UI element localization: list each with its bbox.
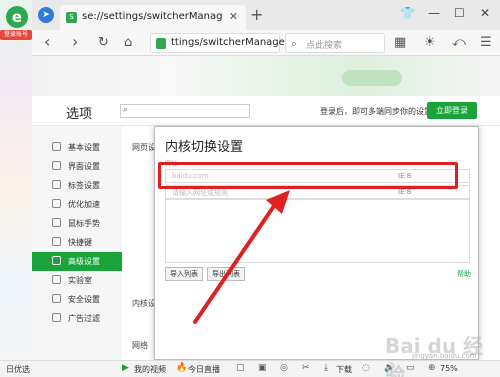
minimize-button[interactable]: — xyxy=(428,6,440,20)
banner-shape xyxy=(342,70,402,86)
sidebar-item-shortcuts[interactable]: 快捷键 xyxy=(32,233,122,252)
shield-icon xyxy=(52,294,61,303)
options-search-input[interactable]: ⌕ xyxy=(120,104,250,118)
sidebar-item-security[interactable]: 安全设置 xyxy=(32,290,122,309)
my-video-link[interactable]: 我的视频 xyxy=(134,364,166,375)
sidebar-item-label: 基本设置 xyxy=(68,143,100,152)
sidebar-item-label: 广告过滤 xyxy=(68,314,100,323)
live-link[interactable]: 今日直播 xyxy=(188,364,220,375)
new-tab-button[interactable]: + xyxy=(250,5,263,24)
watermark-url: jingyan.baidu.com xyxy=(412,352,477,360)
import-list-button[interactable]: 导入列表 xyxy=(165,267,203,281)
clean-icon[interactable]: ◌ xyxy=(362,363,370,373)
tab-title: se://settings/switcherManage xyxy=(82,11,222,22)
search-icon: ⌕ xyxy=(291,37,298,50)
sidebar-item-label: 实验室 xyxy=(68,276,92,285)
sidebar-item-label: 标签设置 xyxy=(68,181,100,190)
sidebar-item-label: 快捷键 xyxy=(68,238,92,247)
basic-settings-icon xyxy=(52,142,61,151)
login-hint-text: 登录后，即可多端同步你的设置 xyxy=(320,107,432,116)
rule-list[interactable] xyxy=(165,199,470,263)
sidebar-item-label: 优化加速 xyxy=(68,200,100,209)
sidebar-item-label: 安全设置 xyxy=(68,295,100,304)
menu-icon[interactable]: ☰ xyxy=(480,35,492,50)
settings-sidebar: 基本设置 界面设置 标签设置 优化加速 鼠标手势 快捷键 高级设置 实验室 安全… xyxy=(32,126,122,360)
page-title: 选项 xyxy=(66,107,93,122)
fire-icon: 🔥 xyxy=(176,363,188,373)
brightness-icon[interactable]: ☀ xyxy=(424,35,436,50)
new-rule-placeholder: 请输入网址或规则 xyxy=(172,189,228,197)
browser-logo-icon[interactable]: e xyxy=(6,6,28,28)
help-link[interactable]: 帮助 xyxy=(457,269,471,279)
dialog-title: 内核切换设置 xyxy=(165,140,244,155)
keyboard-icon xyxy=(52,237,61,246)
search-icon: ⌕ xyxy=(123,105,129,115)
sidebar-item-label: 鼠标手势 xyxy=(68,219,100,228)
tab-close-icon[interactable]: ✕ xyxy=(229,10,238,23)
back-icon[interactable]: ‹ xyxy=(44,32,50,51)
close-window-button[interactable]: ✕ xyxy=(480,6,490,20)
undo-close-icon[interactable]: ⤺ xyxy=(452,35,466,50)
sidebar-item-interface[interactable]: 界面设置 xyxy=(32,157,122,176)
search-input[interactable]: ⌕ 点此搜索 xyxy=(285,33,385,53)
settings-header: 选项 ⌕ 登录后，即可多端同步你的设置 立即登录 xyxy=(32,96,500,126)
settings-page-icon: S xyxy=(66,12,77,23)
tab-settings-icon xyxy=(52,180,61,189)
skin-icon[interactable]: 👕 xyxy=(400,6,415,20)
advanced-settings-icon xyxy=(52,256,61,265)
download-icon: ⤓ xyxy=(324,363,328,373)
reload-icon[interactable]: ↻ xyxy=(98,35,109,50)
tab-settings[interactable]: S se://settings/switcherManage ✕ xyxy=(60,5,246,30)
image-icon[interactable]: ▣ xyxy=(258,363,267,373)
export-list-button[interactable]: 导出列表 xyxy=(207,267,245,281)
address-toolbar: ‹ › ↻ ⌂ ttings/switcherManage ⌕ 点此搜索 ▦ ☀… xyxy=(32,30,500,56)
play-icon: ▶ xyxy=(122,363,129,373)
secure-shield-icon xyxy=(156,38,166,49)
search-placeholder: 点此搜索 xyxy=(306,41,343,51)
mouse-gesture-icon xyxy=(52,218,61,227)
left-sidebar-strip: e 登录账号 xyxy=(0,0,32,377)
sidebar-item-basic[interactable]: 基本设置 xyxy=(32,138,122,157)
login-account-badge[interactable]: 登录账号 xyxy=(0,30,32,40)
maximize-button[interactable]: ☐ xyxy=(454,6,465,20)
navigation-compass-icon[interactable]: ➤ xyxy=(38,7,54,23)
interface-icon xyxy=(52,161,61,170)
network-label: 网络 xyxy=(132,341,148,350)
sidebar-item-label: 界面设置 xyxy=(68,162,100,171)
forward-icon[interactable]: › xyxy=(72,32,78,51)
annotation-highlight-box xyxy=(158,162,458,189)
screenshot-icon[interactable]: ✂ xyxy=(302,363,310,373)
adblock-icon xyxy=(52,313,61,322)
login-now-button[interactable]: 立即登录 xyxy=(427,102,477,119)
download-link[interactable]: 下载 xyxy=(336,364,352,375)
sidebar-item-gestures[interactable]: 鼠标手势 xyxy=(32,214,122,233)
optimize-icon xyxy=(52,199,61,208)
sidebar-item-tabs[interactable]: 标签设置 xyxy=(32,176,122,195)
sidebar-item-optimize[interactable]: 优化加速 xyxy=(32,195,122,214)
lab-icon xyxy=(52,275,61,284)
tab-bar: ➤ S se://settings/switcherManage ✕ + 👕 —… xyxy=(32,0,500,30)
url-bar[interactable]: ttings/switcherManage xyxy=(150,33,285,53)
sidebar-item-lab[interactable]: 实验室 xyxy=(32,271,122,290)
apps-grid-icon[interactable]: ▦ xyxy=(394,35,406,50)
url-text: ttings/switcherManage xyxy=(171,37,285,48)
new-rule-core-select[interactable]: IE 8 xyxy=(398,188,411,196)
daily-picks-text[interactable]: 日优选 xyxy=(6,364,30,375)
sidebar-item-adblock[interactable]: 广告过滤 xyxy=(32,309,122,328)
translate-icon[interactable]: ◎ xyxy=(280,363,288,373)
blurred-banner xyxy=(32,56,500,96)
camera-icon[interactable]: ▢ xyxy=(236,363,245,373)
sidebar-item-label: 高级设置 xyxy=(68,257,100,266)
sidebar-item-advanced[interactable]: 高级设置 xyxy=(32,252,122,271)
home-icon[interactable]: ⌂ xyxy=(124,35,132,50)
web-settings-label: 网页设 xyxy=(132,143,156,152)
